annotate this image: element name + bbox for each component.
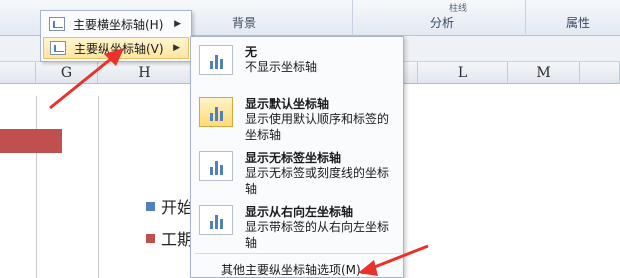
chart-bar[interactable] bbox=[0, 129, 62, 153]
ribbon-group-background: 背景 bbox=[232, 16, 257, 30]
option-description: 显示无标签或刻度线的坐标轴 bbox=[245, 166, 390, 196]
column-header-g[interactable]: G bbox=[36, 62, 98, 84]
vertical-axis-submenu: 无 不显示坐标轴 显示默认坐标轴 显示使用默认顺序和标签的坐标轴 显示无标签坐标… bbox=[190, 36, 404, 278]
option-default-axis[interactable]: 显示默认坐标轴 显示使用默认顺序和标签的坐标轴 bbox=[195, 93, 401, 145]
menu-item-primary-vertical-axis[interactable]: 主要纵坐标轴(V) ▶ bbox=[43, 37, 189, 59]
chart-gridline bbox=[98, 96, 99, 278]
option-description: 显示带标签的从右向左坐标轴 bbox=[245, 220, 390, 250]
menu-item-primary-horizontal-axis[interactable]: 主要横坐标轴(H) ▶ bbox=[43, 13, 189, 35]
option-none[interactable]: 无 不显示坐标轴 bbox=[195, 41, 401, 81]
menu-separator bbox=[195, 253, 401, 254]
more-vertical-axis-options[interactable]: 其他主要纵坐标轴选项(M)... bbox=[221, 261, 372, 278]
option-title: 显示从右向左坐标轴 bbox=[245, 205, 354, 219]
ribbon-partial-label: 柱线 bbox=[449, 4, 468, 14]
axes-menu: 主要横坐标轴(H) ▶ 主要纵坐标轴(V) ▶ bbox=[40, 10, 192, 62]
option-right-to-left-axis[interactable]: 显示从右向左坐标轴 显示带标签的从右向左坐标轴 bbox=[195, 201, 401, 253]
axis-right-to-left-icon bbox=[199, 205, 233, 235]
axis-icon bbox=[50, 41, 66, 55]
chart-gridline bbox=[36, 96, 37, 278]
submenu-arrow-icon: ▶ bbox=[173, 43, 180, 53]
menu-item-label: 主要横坐标轴(H) bbox=[73, 17, 164, 32]
ribbon-separator bbox=[352, 0, 353, 36]
option-title: 显示默认坐标轴 bbox=[245, 97, 330, 111]
option-description: 显示使用默认顺序和标签的坐标轴 bbox=[245, 112, 390, 142]
option-title: 显示无标签坐标轴 bbox=[245, 151, 342, 165]
column-header-h[interactable]: H bbox=[98, 62, 192, 84]
ribbon-separator bbox=[525, 0, 526, 36]
ribbon-group-properties: 属性 bbox=[566, 16, 591, 30]
axis-default-icon bbox=[199, 97, 233, 127]
column-header-blank[interactable] bbox=[0, 62, 36, 84]
option-description: 不显示坐标轴 bbox=[245, 60, 318, 74]
column-header-n[interactable] bbox=[580, 62, 620, 84]
legend-swatch bbox=[146, 233, 155, 243]
column-header-m[interactable]: M bbox=[508, 62, 580, 84]
axis-icon bbox=[49, 17, 65, 31]
axis-none-icon bbox=[199, 45, 233, 75]
column-header-l[interactable]: L bbox=[418, 62, 508, 84]
ribbon-group-analysis: 分析 bbox=[430, 16, 455, 30]
axis-no-labels-icon bbox=[199, 151, 233, 181]
legend-item-duration[interactable]: 工期 bbox=[146, 226, 193, 250]
menu-item-label: 主要纵坐标轴(V) bbox=[74, 41, 164, 56]
legend-label: 工期 bbox=[161, 230, 194, 249]
option-axis-no-labels[interactable]: 显示无标签坐标轴 显示无标签或刻度线的坐标轴 bbox=[195, 147, 401, 199]
option-title: 无 bbox=[245, 45, 258, 59]
submenu-arrow-icon: ▶ bbox=[174, 19, 181, 29]
legend-swatch bbox=[146, 201, 155, 211]
